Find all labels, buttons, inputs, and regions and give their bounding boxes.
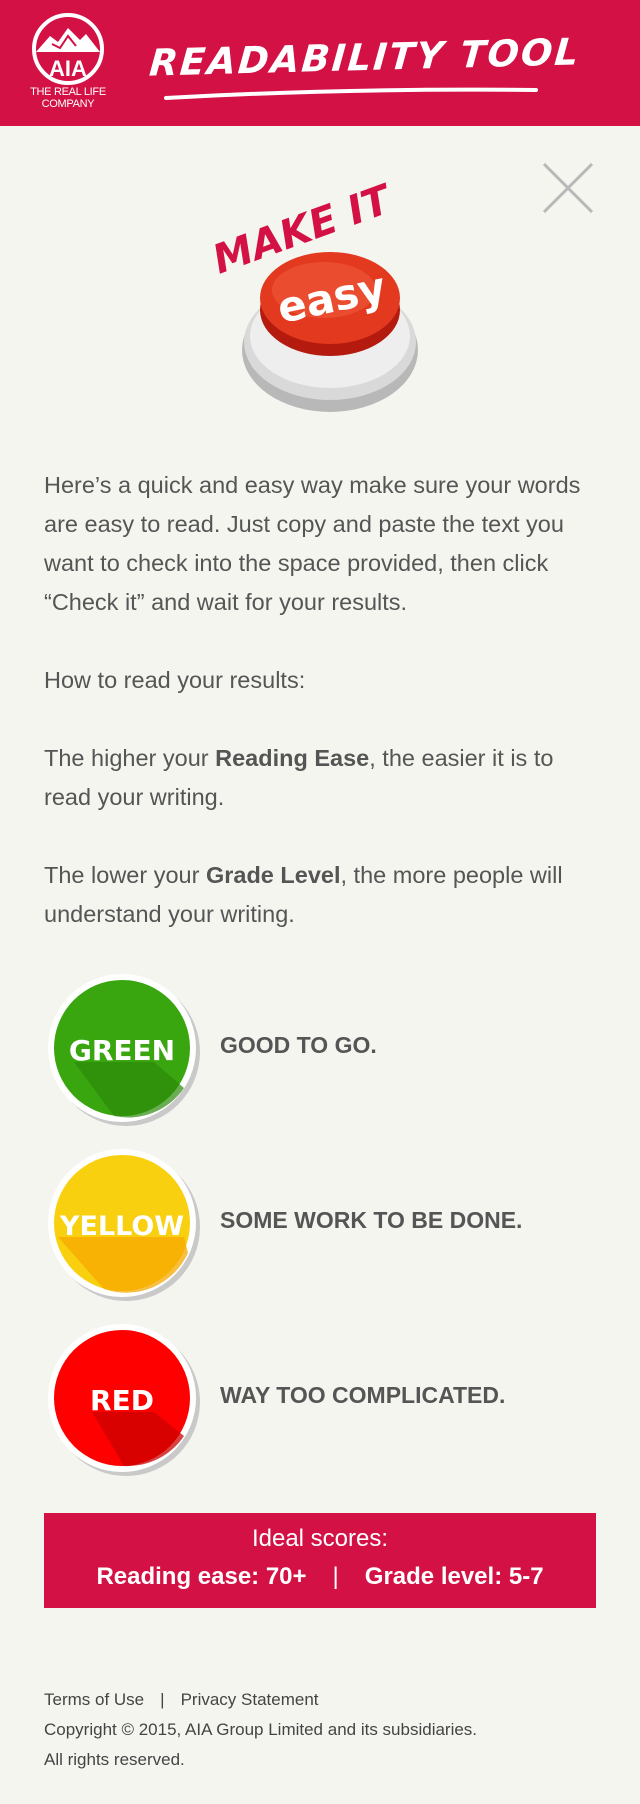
reading-ease-term: Reading Ease	[215, 745, 370, 771]
yellow-description: SOME WORK TO BE DONE.	[220, 1207, 523, 1233]
page-title: READABILITY TOOL	[147, 30, 582, 85]
yellow-circle-icon: YELLOW	[48, 1149, 200, 1301]
red-label: RED	[90, 1384, 154, 1417]
terms-of-use-link[interactable]: Terms of Use	[44, 1690, 144, 1709]
grade-level-term: Grade Level	[205, 862, 341, 888]
aia-logo[interactable]: AIA THE REAL LIFE COMPANY	[30, 12, 106, 116]
legend-item-red: RED WAY TOO COMPLICATED.	[44, 1320, 604, 1480]
logo-name: AIA	[49, 56, 87, 81]
easy-button-illustration: MAKE IT easy	[207, 176, 418, 412]
copyright-text: Copyright © 2015, AIA Group Limited and …	[44, 1720, 478, 1739]
rights-text: All rights reserved.	[44, 1750, 185, 1769]
green-description: GOOD TO GO.	[220, 1032, 377, 1058]
ideal-scores-values: Reading ease: 70+ | Grade level: 5-7	[44, 1563, 596, 1591]
legend-item-green: GREEN GOOD TO GO.	[44, 970, 604, 1130]
legend-item-yellow: YELLOW SOME WORK TO BE DONE.	[44, 1145, 604, 1305]
grade-level-prefix: The lower your	[44, 862, 206, 888]
title-underline	[164, 87, 538, 100]
red-circle-icon: RED	[48, 1324, 200, 1476]
privacy-statement-link[interactable]: Privacy Statement	[181, 1690, 319, 1709]
footer-links: Terms of Use | Privacy Statement	[44, 1685, 604, 1715]
red-description: WAY TOO COMPLICATED.	[220, 1382, 506, 1408]
yellow-label: YELLOW	[59, 1211, 184, 1242]
footer: Terms of Use | Privacy Statement Copyright…	[44, 1685, 604, 1775]
ideal-scores-box: Ideal scores: Reading ease: 70+ | Grade le…	[44, 1513, 596, 1608]
green-label: GREEN	[69, 1034, 175, 1067]
logo-tagline-line2: COMPANY	[41, 98, 95, 110]
aia-logo-icon: AIA	[32, 13, 104, 85]
intro-content: Here’s a quick and easy way make sure yo…	[44, 466, 604, 973]
how-to-read-heading: How to read your results:	[44, 667, 306, 693]
grade-level-paragraph: The lower your Grade Level, the more peo…	[44, 856, 604, 934]
header-bar: AIA THE REAL LIFE COMPANY READABILITY TO…	[0, 0, 640, 126]
logo-tagline: THE REAL LIFE COMPANY	[30, 86, 106, 110]
ideal-separator: |	[332, 1563, 339, 1590]
footer-separator: |	[160, 1690, 165, 1709]
ideal-scores-title: Ideal scores:	[251, 1525, 389, 1552]
close-icon	[542, 162, 594, 214]
hero-illustration: MAKE IT easy	[200, 176, 430, 430]
intro-paragraph: Here’s a quick and easy way make sure yo…	[44, 472, 581, 615]
close-button[interactable]	[540, 160, 596, 216]
ideal-reading-ease: Reading ease: 70+	[96, 1563, 307, 1590]
ideal-grade-level: Grade level: 5-7	[364, 1563, 544, 1590]
green-circle-icon: GREEN	[48, 974, 200, 1126]
reading-ease-paragraph: The higher your Reading Ease, the easier…	[44, 739, 604, 817]
reading-ease-prefix: The higher your	[44, 745, 216, 771]
logo-tagline-line1: THE REAL LIFE	[30, 86, 106, 98]
